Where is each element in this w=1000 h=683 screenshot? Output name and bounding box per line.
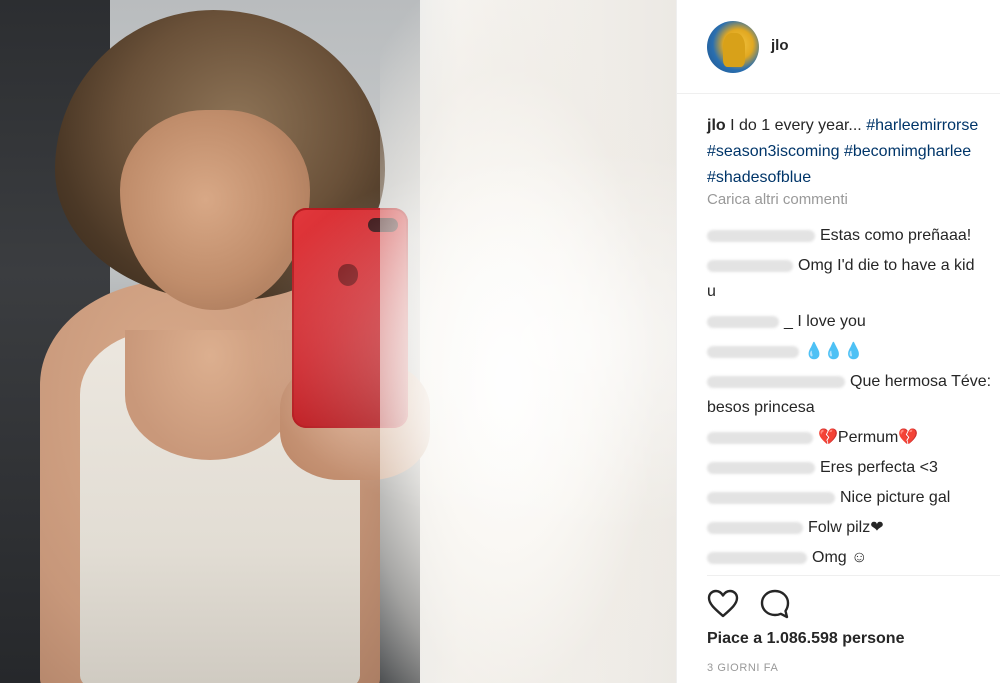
avatar[interactable] [707, 21, 759, 73]
comment-text-continued: u [707, 283, 716, 300]
vignette [0, 0, 676, 683]
comment-item: _ I love you [707, 309, 1000, 335]
comment-text: Estas como preñaaa! [820, 227, 972, 244]
speech-bubble-icon[interactable] [759, 588, 791, 620]
comment-text: _ I love you [784, 313, 866, 330]
post-caption: jlo I do 1 every year... #harleemirrorse… [707, 113, 1000, 191]
comment-item: Que hermosa Téve: besos princesa [707, 369, 1000, 421]
comment-text: Nice picture gal [840, 489, 951, 506]
divider [707, 575, 1000, 576]
comment-username-blurred[interactable] [707, 315, 779, 328]
heart-icon[interactable] [707, 588, 739, 620]
avatar-figure [723, 33, 745, 67]
comment-list: Estas como preñaaa! Omg I'd die to have … [707, 223, 1000, 575]
comment-username-blurred[interactable] [707, 431, 813, 444]
comment-item: Omg ☺ [707, 545, 1000, 571]
comment-username-blurred[interactable] [707, 259, 793, 272]
comment-item: Omg I'd die to have a kid u [707, 253, 1000, 305]
comment-username-blurred[interactable] [707, 521, 803, 534]
action-bar [707, 588, 807, 620]
hashtag-link[interactable]: #harleemirrorse [866, 117, 978, 134]
post-header: jlo [677, 0, 1000, 94]
comment-item: 💧💧💧 [707, 339, 1000, 365]
comment-item: Folw pilz❤ [707, 515, 1000, 541]
hashtag-link[interactable]: #becomimgharlee [844, 143, 971, 160]
header-username[interactable]: jlo [771, 37, 789, 54]
comment-text: 💔Permum💔 [818, 429, 919, 446]
comment-text: Que hermosa Téve: [850, 373, 992, 390]
caption-text: I do 1 every year... [730, 117, 867, 134]
comment-text: Eres perfecta <3 [820, 459, 938, 476]
comment-item: Eres perfecta <3 [707, 455, 1000, 481]
comment-username-blurred[interactable] [707, 375, 845, 388]
load-more-comments-link[interactable]: Carica altri commenti [707, 191, 848, 208]
caption-username[interactable]: jlo [707, 117, 726, 134]
comment-item: Nice picture gal [707, 485, 1000, 511]
comment-username-blurred[interactable] [707, 229, 815, 242]
comment-text-continued: besos princesa [707, 399, 815, 416]
comment-username-blurred[interactable] [707, 551, 807, 564]
hashtag-link[interactable]: #season3iscoming [707, 143, 840, 160]
hashtag-link[interactable]: #shadesofblue [707, 169, 811, 186]
comment-item: 💔Permum💔 [707, 425, 1000, 451]
comment-text: Omg I'd die to have a kid [798, 257, 975, 274]
post-sidebar: jlo jlo I do 1 every year... #harleemirr… [676, 0, 1000, 683]
post-photo[interactable] [0, 0, 676, 683]
comment-text: 💧💧💧 [804, 343, 864, 360]
comment-text: Folw pilz❤ [808, 519, 884, 536]
comment-username-blurred[interactable] [707, 491, 835, 504]
like-count[interactable]: Piace a 1.086.598 persone [707, 630, 904, 648]
post-timestamp[interactable]: 3 GIORNI FA [707, 662, 778, 674]
comment-username-blurred[interactable] [707, 345, 799, 358]
comment-text: Omg ☺ [812, 549, 868, 566]
comment-username-blurred[interactable] [707, 461, 815, 474]
comment-item: Estas como preñaaa! [707, 223, 1000, 249]
